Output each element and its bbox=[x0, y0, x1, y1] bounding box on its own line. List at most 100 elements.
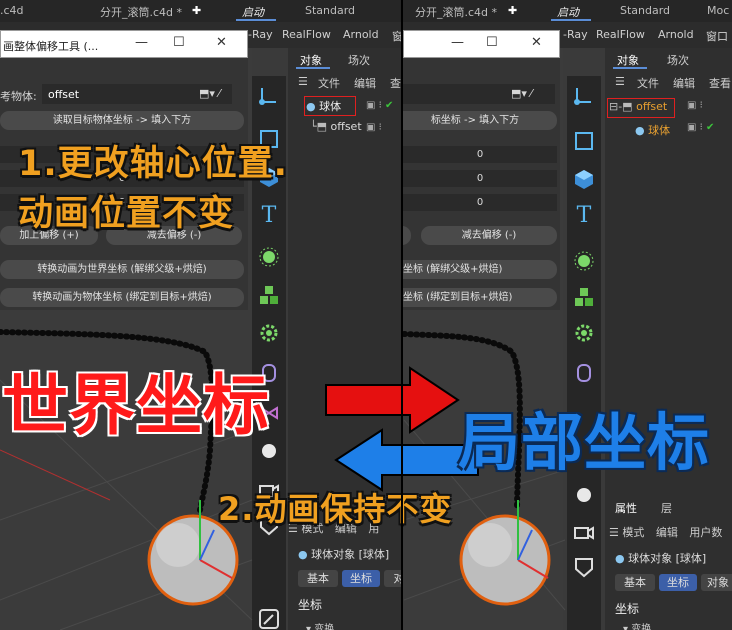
nurbs-icon[interactable] bbox=[256, 244, 282, 270]
move-icon[interactable] bbox=[571, 82, 597, 108]
minimize-icon[interactable]: — bbox=[135, 35, 148, 50]
menu-realflow[interactable]: RealFlow bbox=[596, 28, 645, 41]
file-tab-active[interactable]: 分开_滚筒.c4d * bbox=[415, 4, 497, 20]
add-tab-button[interactable]: ✚ bbox=[508, 4, 517, 17]
step1-line1-annotation: 1.更改轴心位置. bbox=[18, 144, 288, 184]
nurbs-icon[interactable] bbox=[571, 248, 597, 274]
tab-object[interactable]: 对象 bbox=[701, 574, 732, 591]
menu-user[interactable]: 用户数 bbox=[689, 526, 722, 539]
layout-standard-tab[interactable]: Standard bbox=[620, 4, 670, 17]
transform-group[interactable]: ▾ 变换 bbox=[623, 620, 651, 630]
menu-vray[interactable]: -Ray bbox=[248, 28, 273, 41]
ref-object-label: 考物体: bbox=[0, 90, 37, 103]
object-flags[interactable]: ▣ ⁝ ✔ bbox=[366, 100, 393, 118]
active-tab-underline bbox=[236, 19, 276, 21]
attribute-manager: ☰ 模式 编辑 用 ● 球体对象 [球体] 基本 坐标 对 坐标 ▾ 变换 bbox=[288, 516, 402, 630]
layout-standard-tab[interactable]: Standard bbox=[305, 4, 355, 17]
tab-basic[interactable]: 基本 bbox=[615, 574, 655, 591]
menu-edit[interactable]: 编辑 bbox=[354, 75, 376, 91]
file-tab-active[interactable]: 分开_滚筒.c4d * bbox=[100, 4, 182, 20]
menu-view[interactable]: 查 bbox=[390, 75, 401, 91]
tab-attributes[interactable]: 属性 bbox=[615, 500, 637, 516]
layout-startup-tab[interactable]: 启动 bbox=[242, 4, 264, 20]
attribute-object-label: 球体对象 [球体] bbox=[311, 548, 390, 561]
tab-objects[interactable]: 对象 bbox=[300, 52, 322, 68]
menu-vray[interactable]: -Ray bbox=[563, 28, 588, 41]
close-icon[interactable]: ✕ bbox=[216, 35, 227, 50]
add-tab-button[interactable]: ✚ bbox=[192, 4, 201, 17]
tab-objects[interactable]: 对象 bbox=[617, 52, 639, 68]
offset-z-field[interactable]: 0 bbox=[403, 194, 557, 211]
convert-to-world-button[interactable]: 坐标 (解绑父级+烘焙) bbox=[403, 260, 557, 279]
object-flags[interactable]: ▣ ⁝ bbox=[687, 100, 703, 118]
close-icon[interactable]: ✕ bbox=[531, 35, 542, 50]
deformer-icon[interactable] bbox=[571, 360, 597, 386]
object-flags[interactable]: ▣ ⁝ bbox=[366, 122, 382, 140]
tab-basic[interactable]: 基本 bbox=[298, 570, 338, 587]
object-row-sphere[interactable]: ● 球体 bbox=[635, 122, 670, 140]
read-target-coords-button[interactable]: 读取目标物体坐标 -> 填入下方 bbox=[0, 111, 244, 130]
light-icon[interactable] bbox=[571, 482, 597, 508]
cube-outline-icon[interactable] bbox=[571, 128, 597, 154]
menu-arnold[interactable]: Arnold bbox=[343, 28, 379, 41]
menu-file[interactable]: 文件 bbox=[637, 75, 659, 91]
convert-to-world-button[interactable]: 转换动画为世界坐标 (解绑父级+烘焙) bbox=[0, 260, 244, 279]
cloner-icon[interactable] bbox=[571, 284, 597, 310]
menu-view[interactable]: 查看 bbox=[709, 75, 731, 91]
effector-icon[interactable] bbox=[571, 320, 597, 346]
sphere-icon: ● bbox=[298, 548, 308, 561]
menu-file[interactable]: 文件 bbox=[318, 75, 340, 91]
object-row-offset[interactable]: └⬒ offset bbox=[310, 120, 362, 138]
menu-mode[interactable]: 模式 bbox=[622, 526, 644, 539]
hamburger-icon[interactable]: ☰ bbox=[298, 75, 308, 88]
menu-realflow[interactable]: RealFlow bbox=[282, 28, 331, 41]
text-tool-icon[interactable]: T bbox=[571, 202, 597, 228]
hamburger-icon[interactable]: ☰ bbox=[609, 526, 622, 539]
sphere-icon: ● bbox=[635, 124, 645, 137]
maximize-icon[interactable]: ☐ bbox=[486, 35, 498, 50]
tab-coord[interactable]: 坐标 bbox=[342, 570, 380, 587]
active-tab-underline bbox=[296, 67, 330, 69]
minimize-icon[interactable]: — bbox=[451, 35, 464, 50]
floor-icon[interactable] bbox=[571, 554, 597, 580]
tab-scene[interactable]: 场次 bbox=[348, 52, 370, 68]
pick-object-icon[interactable]: ⬒▾ ⁄ bbox=[511, 87, 532, 100]
hamburger-icon[interactable]: ☰ bbox=[615, 75, 625, 88]
menu-edit[interactable]: 编辑 bbox=[673, 75, 695, 91]
text-tool-icon[interactable]: T bbox=[256, 202, 282, 228]
subtract-offset-button[interactable]: 减去偏移 (-) bbox=[421, 226, 557, 245]
offset-tool-titlebar: 画整体偏移工具 (... — ☐ ✕ bbox=[0, 30, 248, 58]
offset-y-field[interactable]: 0 bbox=[403, 170, 557, 187]
camera-icon[interactable] bbox=[571, 518, 597, 544]
layout-more-tab[interactable]: Moc bbox=[707, 4, 729, 17]
convert-to-object-button[interactable]: 转换动画为物体坐标 (绑定到目标+烘焙) bbox=[0, 288, 244, 307]
maximize-icon[interactable]: ☐ bbox=[173, 35, 185, 50]
read-target-coords-button[interactable]: 标坐标 -> 填入下方 bbox=[403, 111, 557, 130]
menu-window[interactable]: 窗口 bbox=[706, 28, 728, 44]
file-tab[interactable]: .c4d bbox=[0, 4, 24, 17]
transform-group[interactable]: ▾ 变换 bbox=[306, 620, 334, 630]
effector-icon[interactable] bbox=[256, 320, 282, 346]
tab-object[interactable]: 对 bbox=[384, 570, 402, 587]
object-name-sphere: 球体 bbox=[648, 124, 671, 137]
dialog-title: 画整体偏移工具 (... bbox=[3, 40, 99, 53]
layout-startup-tab[interactable]: 启动 bbox=[557, 4, 579, 20]
cube-icon[interactable] bbox=[571, 166, 597, 192]
cloner-icon[interactable] bbox=[256, 282, 282, 308]
pen-icon[interactable] bbox=[256, 606, 282, 630]
object-flags[interactable]: ▣ ⁝ ✔ bbox=[687, 122, 714, 140]
offset-x-field[interactable]: 0 bbox=[403, 146, 557, 163]
menu-arnold[interactable]: Arnold bbox=[658, 28, 694, 41]
tab-layers[interactable]: 层 bbox=[661, 500, 672, 516]
world-coord-annotation: 世界坐标 bbox=[2, 367, 270, 444]
section-title: 坐标 bbox=[298, 598, 323, 612]
move-icon[interactable] bbox=[256, 82, 282, 108]
ref-object-value: offset bbox=[48, 88, 80, 101]
pick-object-icon[interactable]: ⬒▾ ⁄ bbox=[199, 87, 220, 100]
tab-scene[interactable]: 场次 bbox=[667, 52, 689, 68]
menu-edit[interactable]: 编辑 bbox=[656, 526, 678, 539]
add-offset-button[interactable] bbox=[403, 226, 411, 245]
tab-coord[interactable]: 坐标 bbox=[659, 574, 697, 591]
convert-to-object-button[interactable]: 坐标 (绑定到目标+烘焙) bbox=[403, 288, 557, 307]
section-title: 坐标 bbox=[615, 602, 640, 616]
